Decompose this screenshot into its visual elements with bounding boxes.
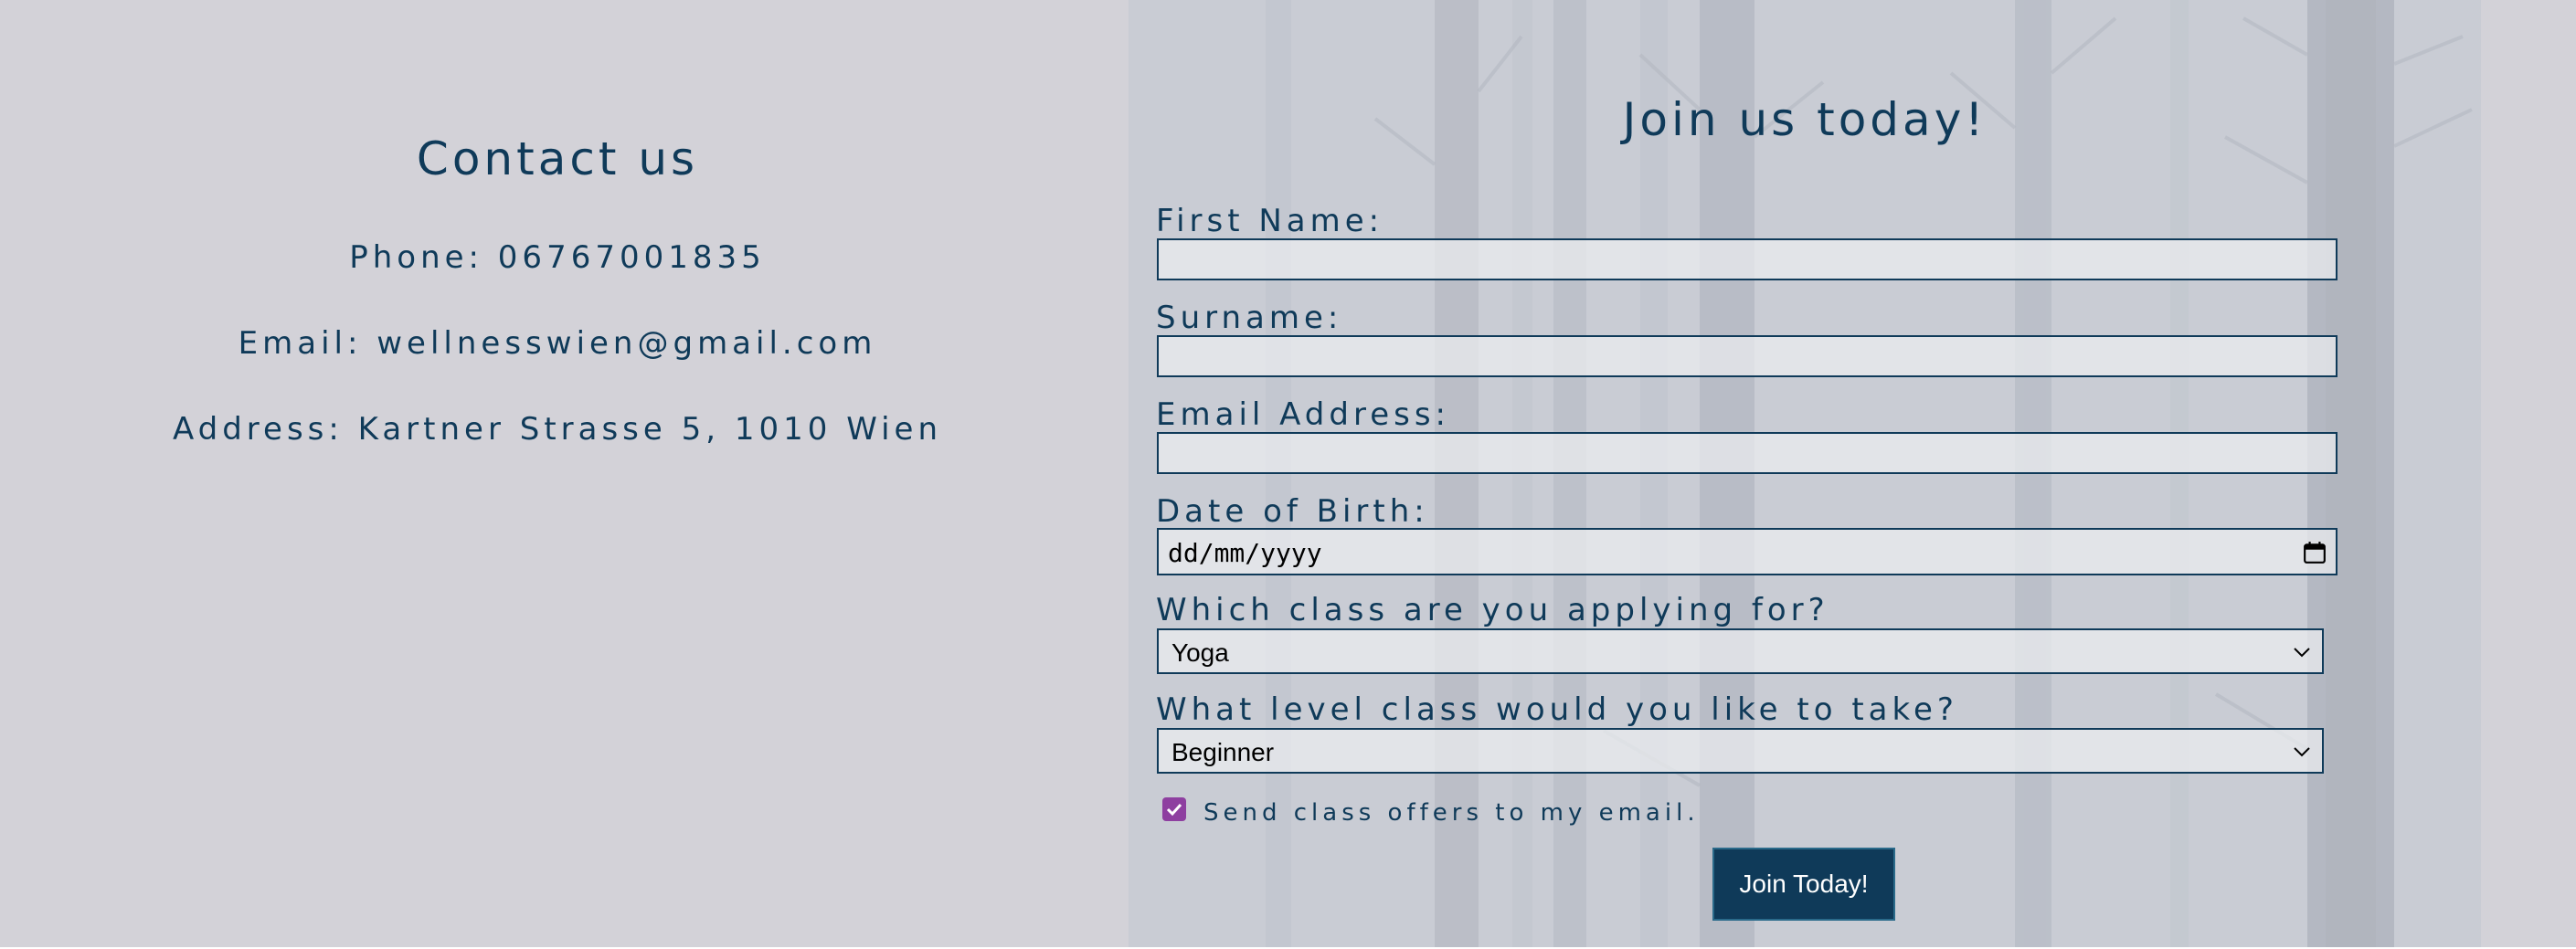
contact-phone: Phone: 06767001835 [349, 239, 766, 276]
level-label: What level class would you like to take? [1156, 691, 1958, 728]
contact-address: Address: Kartner Strasse 5, 1010 Wien [172, 411, 942, 448]
contact-panel: Contact us Phone: 06767001835 Email: wel… [0, 0, 1129, 949]
date-of-birth-input[interactable]: dd/mm/yyyy [1157, 528, 2337, 575]
email-address-label: Email Address: [1156, 396, 1450, 433]
level-select[interactable]: Beginner [1157, 728, 2324, 774]
level-select-value: Beginner [1171, 738, 1275, 766]
checkmark-icon [1166, 803, 1182, 817]
date-placeholder: dd/mm/yyyy [1168, 538, 1322, 568]
join-today-button[interactable]: Join Today! [1712, 848, 1895, 921]
contact-email: Email: wellnesswien@gmail.com [238, 325, 877, 362]
contact-title: Contact us [416, 132, 699, 185]
first-name-label: First Name: [1156, 203, 1384, 239]
class-offers-label[interactable]: Send class offers to my email. [1203, 799, 1700, 827]
chevron-down-icon [2294, 648, 2310, 658]
email-address-input[interactable] [1157, 432, 2337, 474]
chevron-down-icon [2294, 747, 2310, 757]
surname-label: Surname: [1156, 300, 1343, 336]
signup-form-panel: Join us today! First Name: Surname: Emai… [1129, 0, 2481, 949]
class-offers-checkbox[interactable] [1162, 797, 1186, 821]
class-select[interactable]: Yoga [1157, 628, 2324, 674]
date-of-birth-label: Date of Birth: [1156, 493, 1429, 530]
calendar-icon[interactable] [2303, 541, 2327, 564]
surname-input[interactable] [1157, 335, 2337, 377]
class-label: Which class are you applying for? [1156, 592, 1829, 628]
class-select-value: Yoga [1171, 638, 1229, 667]
first-name-input[interactable] [1157, 238, 2337, 280]
form-title: Join us today! [1622, 93, 1988, 146]
